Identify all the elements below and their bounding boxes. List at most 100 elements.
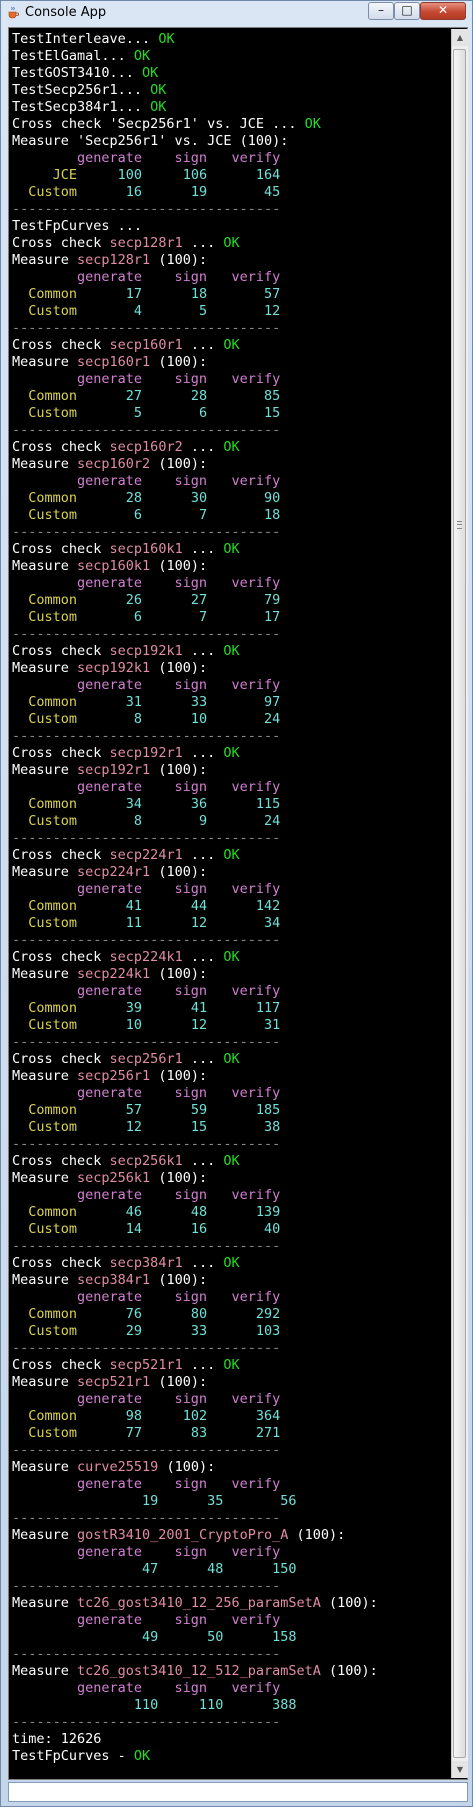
ok-status: OK <box>223 337 240 353</box>
scroll-down-icon[interactable]: ▼ <box>452 1761 468 1778</box>
console-line: --------------------------------- <box>12 1034 450 1051</box>
output-text: ... <box>182 1153 224 1169</box>
curve-name: secp256r1 <box>109 1051 183 1067</box>
separator: --------------------------------- <box>12 830 281 846</box>
console-line: Measure secp384r1 (100): <box>12 1272 450 1289</box>
curve-name: secp128r1 <box>109 235 183 251</box>
output-text: ... <box>182 1255 224 1271</box>
output-text: Measure <box>12 456 78 472</box>
console-line: TestElGamal... OK <box>12 48 450 65</box>
ok-status: OK <box>304 116 321 132</box>
console-line: --------------------------------- <box>12 1714 450 1731</box>
row-label: Common <box>12 898 78 914</box>
timing-values: 47 48 150 <box>12 1561 297 1577</box>
table-header: generate sign verify <box>12 881 281 897</box>
console-line: generate sign verify <box>12 575 450 592</box>
table-header: generate sign verify <box>12 1612 281 1628</box>
console-line: generate sign verify <box>12 1544 450 1561</box>
console-line: generate sign verify <box>12 1391 450 1408</box>
title-bar[interactable]: Console App – □ ✕ <box>1 1 472 25</box>
output-text: Cross check <box>12 949 110 965</box>
output-text: ... <box>182 439 224 455</box>
console-line: Common 41 44 142 <box>12 898 450 915</box>
console-line: Measure tc26_gost3410_12_512_paramSetA (… <box>12 1663 450 1680</box>
output-text: ... <box>182 337 224 353</box>
curve-name: secp384r1 <box>109 1255 183 1271</box>
console-line: Measure secp192k1 (100): <box>12 660 450 677</box>
curve-name: secp256k1 <box>77 1170 151 1186</box>
output-text: (100): <box>150 1068 208 1084</box>
console-line: Measure secp224r1 (100): <box>12 864 450 881</box>
console-line: Cross check secp256k1 ... OK <box>12 1153 450 1170</box>
timing-values: 77 83 271 <box>77 1425 281 1441</box>
output-text: Measure <box>12 558 78 574</box>
console-line: generate sign verify <box>12 1612 450 1629</box>
console-line: 49 50 158 <box>12 1629 450 1646</box>
separator: --------------------------------- <box>12 728 281 744</box>
scrollbar-thumb[interactable] <box>453 49 466 1758</box>
scroll-up-icon[interactable]: ▲ <box>452 29 468 46</box>
vertical-scrollbar[interactable]: ▲ ▼ <box>451 29 468 1778</box>
output-text: TestGOST3410... <box>12 65 143 81</box>
output-text: (100): <box>150 864 208 880</box>
ok-status: OK <box>223 1153 240 1169</box>
console-line: TestSecp384r1... OK <box>12 99 450 116</box>
output-text: (100): <box>150 354 208 370</box>
console-line: Measure secp192r1 (100): <box>12 762 450 779</box>
timing-values: 4 5 12 <box>77 303 281 319</box>
console-line: TestFpCurves - OK <box>12 1748 450 1765</box>
console-line: Custom 8 10 24 <box>12 711 450 728</box>
console-input[interactable] <box>8 1782 468 1802</box>
console-line: generate sign verify <box>12 1289 450 1306</box>
console-line: 110 110 388 <box>12 1697 450 1714</box>
console-line: Cross check secp384r1 ... OK <box>12 1255 450 1272</box>
minimize-button[interactable]: – <box>368 2 394 20</box>
row-label: Custom <box>12 507 78 523</box>
separator: --------------------------------- <box>12 320 281 336</box>
output-text: (100): <box>150 1272 208 1288</box>
row-label: Common <box>12 796 78 812</box>
row-label: Custom <box>12 1221 78 1237</box>
console-line: Measure secp256r1 (100): <box>12 1068 450 1085</box>
console-line: Cross check secp128r1 ... OK <box>12 235 450 252</box>
console-text[interactable]: TestInterleave... OK TestElGamal... OK Tes… <box>12 31 450 1765</box>
curve-name: tc26_gost3410_12_512_paramSetA <box>77 1663 321 1679</box>
ok-status: OK <box>223 1051 240 1067</box>
timing-values: 6 7 17 <box>77 609 281 625</box>
console-line: --------------------------------- <box>12 1238 450 1255</box>
table-header: generate sign verify <box>12 1289 281 1305</box>
console-line: generate sign verify <box>12 269 450 286</box>
console-line: Custom 14 16 40 <box>12 1221 450 1238</box>
row-label: Common <box>12 1000 78 1016</box>
output-text: Measure <box>12 660 78 676</box>
timing-values: 11 12 34 <box>77 915 281 931</box>
console-output-area[interactable]: TestInterleave... OK TestElGamal... OK Tes… <box>8 27 468 1780</box>
curve-name: secp256k1 <box>109 1153 183 1169</box>
console-line: generate sign verify <box>12 1187 450 1204</box>
table-header: generate sign verify <box>12 1187 281 1203</box>
console-line: Custom 4 5 12 <box>12 303 450 320</box>
curve-name: secp192r1 <box>77 762 151 778</box>
console-line: 47 48 150 <box>12 1561 450 1578</box>
console-line: Common 27 28 85 <box>12 388 450 405</box>
row-label: Custom <box>12 303 78 319</box>
separator: --------------------------------- <box>12 1034 281 1050</box>
timing-values: 110 110 388 <box>12 1697 297 1713</box>
row-label: Custom <box>12 405 78 421</box>
row-label: Common <box>12 694 78 710</box>
output-text: (100): <box>150 456 208 472</box>
separator: --------------------------------- <box>12 1136 281 1152</box>
close-button[interactable]: ✕ <box>420 2 466 20</box>
output-text: (100): <box>150 966 208 982</box>
output-text: Measure <box>12 1663 78 1679</box>
timing-values: 16 19 45 <box>77 184 281 200</box>
curve-name: secp128r1 <box>77 252 151 268</box>
console-line: --------------------------------- <box>12 1510 450 1527</box>
row-label: Custom <box>12 184 78 200</box>
output-text: ... <box>182 235 224 251</box>
table-header: generate sign verify <box>12 575 281 591</box>
maximize-button[interactable]: □ <box>394 2 420 20</box>
console-line: --------------------------------- <box>12 1340 450 1357</box>
ok-status: OK <box>133 48 151 64</box>
output-text: Cross check <box>12 1357 110 1373</box>
